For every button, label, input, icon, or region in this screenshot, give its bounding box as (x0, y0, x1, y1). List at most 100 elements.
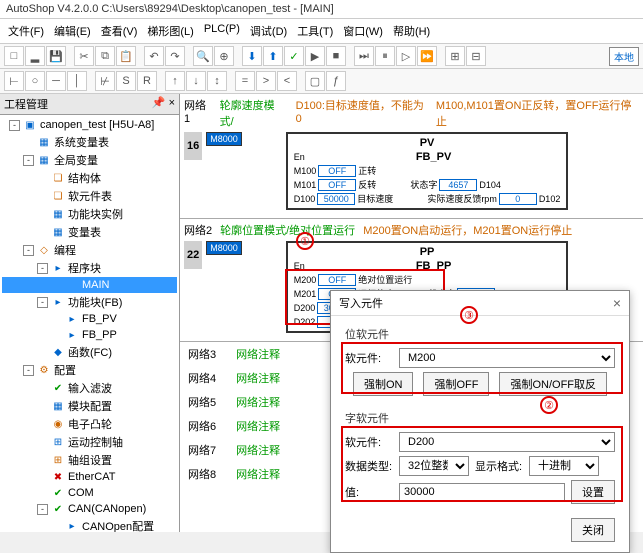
paste-icon[interactable]: 📋 (116, 46, 136, 66)
play-icon[interactable]: ▷ (396, 46, 416, 66)
tree-toggle-icon[interactable]: - (23, 365, 34, 376)
tree-item[interactable]: -▦全局变量 (2, 151, 177, 169)
tree-item[interactable]: -◇编程 (2, 241, 177, 259)
force-off-button[interactable]: 强制OFF (423, 372, 489, 396)
tree-item[interactable]: ▸FB_PP (2, 327, 177, 343)
download-icon[interactable]: ⬇ (242, 46, 262, 66)
tree-toggle-icon[interactable]: - (37, 297, 48, 308)
tree-item[interactable]: -▸功能块(FB) (2, 293, 177, 311)
tree-item[interactable]: -⚙配置 (2, 361, 177, 379)
undo-icon[interactable]: ↶ (144, 46, 164, 66)
new-icon[interactable]: □ (4, 46, 24, 66)
tree-item[interactable]: ✖EtherCAT (2, 469, 177, 485)
menu-item[interactable]: PLC(P) (200, 21, 244, 41)
menu-item[interactable]: 帮助(H) (389, 21, 434, 41)
force-toggle-button[interactable]: 强制ON/OFF取反 (499, 372, 607, 396)
open-icon[interactable]: ▂ (25, 46, 45, 66)
ld-both-icon[interactable]: ↕ (207, 71, 227, 91)
tree-item[interactable]: ▦功能块实例 (2, 205, 177, 223)
next-icon[interactable]: ⏩ (417, 46, 437, 66)
display-format-select[interactable]: 十进制 (529, 456, 599, 476)
stop-icon[interactable]: ■ (326, 46, 346, 66)
pause-icon[interactable]: ⏸ (375, 46, 395, 66)
net-comment: 网络注释 (236, 346, 280, 362)
tree-item[interactable]: ❏软元件表 (2, 187, 177, 205)
menu-item[interactable]: 调试(D) (246, 21, 291, 41)
save-icon[interactable]: 💾 (46, 46, 66, 66)
tree-item[interactable]: -▣canopen_test [H5U-A8] (2, 117, 177, 133)
ld-coil-icon[interactable]: ○ (25, 71, 45, 91)
ld-fn-icon[interactable]: ƒ (326, 71, 346, 91)
ld-contact-icon[interactable]: ⊢ (4, 71, 24, 91)
tree-item[interactable]: ◉电子凸轮 (2, 415, 177, 433)
fb-value[interactable]: OFF (318, 165, 356, 177)
tree-toggle-icon[interactable]: - (23, 155, 34, 166)
close-icon[interactable]: × (613, 295, 621, 311)
set-button[interactable]: 设置 (571, 480, 615, 504)
tree-item[interactable]: ▸FB_PV (2, 311, 177, 327)
tool-b-icon[interactable]: ⊟ (466, 46, 486, 66)
menu-item[interactable]: 工具(T) (293, 21, 337, 41)
tree-item[interactable]: -✔CAN(CANopen) (2, 501, 177, 517)
ld-set-icon[interactable]: S (116, 71, 136, 91)
force-on-button[interactable]: 强制ON (353, 372, 414, 396)
close-button[interactable]: 关闭 (571, 518, 615, 542)
word-element-select[interactable]: D200 (399, 432, 615, 452)
display-format-label: 显示格式: (475, 458, 523, 474)
function-block[interactable]: PV En FB_PV M100 OFF 正转 M101 OFF 反转 状态字 … (286, 132, 569, 210)
menu-item[interactable]: 查看(V) (97, 21, 142, 41)
ld-down-icon[interactable]: ↓ (186, 71, 206, 91)
ld-cmp-icon[interactable]: = (235, 71, 255, 91)
ld-line-icon[interactable]: ─ (46, 71, 66, 91)
upload-icon[interactable]: ⬆ (263, 46, 283, 66)
tree-toggle-icon[interactable]: - (37, 263, 48, 274)
contact[interactable]: M8000 (206, 241, 242, 255)
ld-not-icon[interactable]: ⊬ (95, 71, 115, 91)
ld-vert-icon[interactable]: │ (67, 71, 87, 91)
data-type-select[interactable]: 32位整数 (399, 456, 469, 476)
tree-item[interactable]: ▦系统变量表 (2, 133, 177, 151)
tree-item[interactable]: ▸CANOpen配置 (2, 517, 177, 532)
tree-item[interactable]: ◆函数(FC) (2, 343, 177, 361)
value-input[interactable] (399, 483, 565, 501)
tree-toggle-icon[interactable]: - (9, 120, 20, 131)
tree-toggle-icon[interactable]: - (37, 504, 48, 515)
redo-icon[interactable]: ↷ (165, 46, 185, 66)
bit-element-select[interactable]: M200 (399, 348, 615, 368)
tree-item[interactable]: ▦模块配置 (2, 397, 177, 415)
tree-item[interactable]: MAIN (2, 277, 177, 293)
fb-value[interactable]: OFF (318, 274, 356, 286)
copy-icon[interactable]: ⧉ (95, 46, 115, 66)
tree-item[interactable]: -▸程序块 (2, 259, 177, 277)
tree-item[interactable]: ⊞轴组设置 (2, 451, 177, 469)
tree-item[interactable]: ▦变量表 (2, 223, 177, 241)
zoom-icon[interactable]: ⊕ (214, 46, 234, 66)
cut-icon[interactable]: ✂ (74, 46, 94, 66)
step-icon[interactable]: ⏭ (354, 46, 374, 66)
tree-toggle-icon[interactable]: - (23, 245, 34, 256)
ld-lt-icon[interactable]: < (277, 71, 297, 91)
menu-item[interactable]: 梯形图(L) (143, 21, 197, 41)
sidebar-pin-icon[interactable]: 📌 × (152, 96, 175, 112)
local-tag[interactable]: 本地 (609, 47, 639, 66)
menu-item[interactable]: 窗口(W) (339, 21, 387, 41)
fb-value[interactable]: 50000 (317, 193, 355, 205)
tool-a-icon[interactable]: ⊞ (445, 46, 465, 66)
fb-addr: M101 (294, 180, 317, 190)
tree-item[interactable]: ❏结构体 (2, 169, 177, 187)
tree-item[interactable]: ⊞运动控制轴 (2, 433, 177, 451)
ld-gt-icon[interactable]: > (256, 71, 276, 91)
monitor-icon[interactable]: ▶ (305, 46, 325, 66)
tree-item[interactable]: ✔输入滤波 (2, 379, 177, 397)
fb-value[interactable]: OFF (318, 179, 356, 191)
menu-item[interactable]: 文件(F) (4, 21, 48, 41)
ld-rst-icon[interactable]: R (137, 71, 157, 91)
tree-item[interactable]: ✔COM (2, 485, 177, 501)
ld-up-icon[interactable]: ↑ (165, 71, 185, 91)
menu-item[interactable]: 编辑(E) (50, 21, 95, 41)
ld-fb-icon[interactable]: ▢ (305, 71, 325, 91)
find-icon[interactable]: 🔍 (193, 46, 213, 66)
project-tree[interactable]: -▣canopen_test [H5U-A8]▦系统变量表-▦全局变量❏结构体❏… (0, 115, 179, 532)
contact[interactable]: M8000 (206, 132, 242, 146)
compile-icon[interactable]: ✓ (284, 46, 304, 66)
